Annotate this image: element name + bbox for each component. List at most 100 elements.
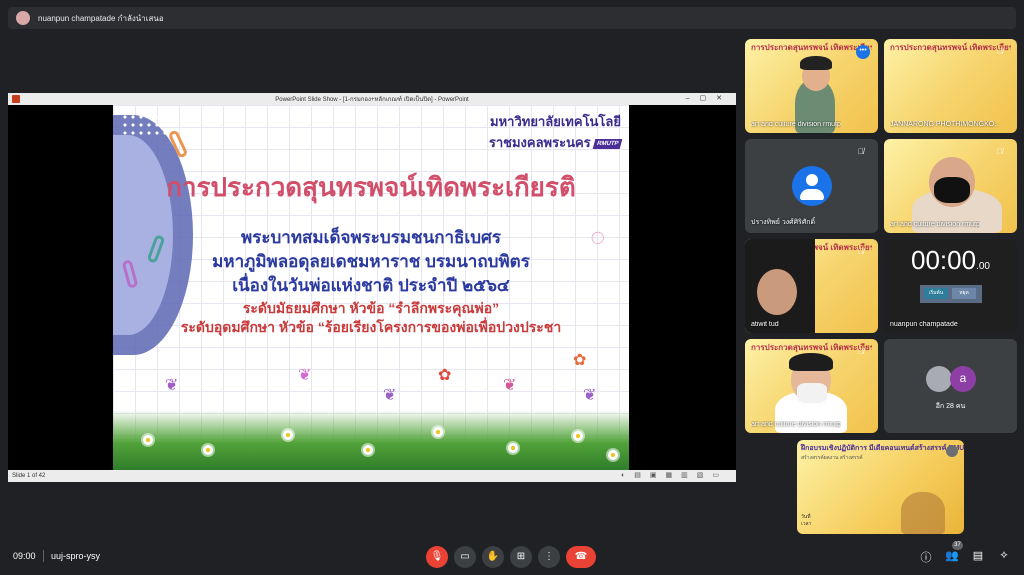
slide-canvas: มหาวิทยาลัยเทคโนโลยี ราชมงคลพระนคร RMUTP … [113, 105, 629, 470]
participant-tile[interactable]: 🎙̸ art and culture division rmutp [884, 139, 1017, 233]
mic-off-icon: 🎙̸ [858, 247, 864, 256]
default-avatar-icon [792, 166, 832, 206]
self-caption: วันที่ เวลา [801, 514, 811, 528]
ppt-titlebar: PowerPoint Slide Show - [1-กรมกอง+หลักเก… [8, 93, 736, 105]
mic-off-icon: 🎙̸ [997, 47, 1003, 56]
butterfly-icon: ❦ [298, 367, 312, 384]
timer-stop-button[interactable]: หยุด [952, 288, 976, 299]
daisy-icon [283, 430, 293, 440]
circle-decor-icon: ◯ [591, 230, 605, 244]
participant-tile[interactable]: การประกวดสุนทรพจน์ เทิดพระเกียรติ 🎙̸ JAN… [884, 39, 1017, 133]
camera-icon[interactable]: ▭ [454, 546, 476, 568]
hangup-icon[interactable]: ☎ [566, 546, 596, 568]
flower-icon: ✿ [438, 367, 452, 384]
university-name-line2: ราชมงคลพระนคร RMUTP [488, 132, 623, 153]
participant-tile[interactable]: การประกวดสุนทรพจน์ เทิดพระเกียรติ 🎙̸ ati… [745, 239, 878, 333]
timer-start-button[interactable]: เริ่มต้น [924, 288, 948, 299]
tile-banner: การประกวดสุนทรพจน์ เทิดพระเกียรติ [751, 43, 872, 52]
self-banner: ฝึกอบรมเชิงปฏิบัติการ มีเดียคอนเทนต์สร้า… [801, 445, 964, 452]
meeting-code: uuj-spro-ysy [51, 551, 101, 561]
decor-dots [121, 113, 171, 137]
raise-hand-icon[interactable]: ✋ [482, 546, 504, 568]
timer-fraction: .00 [976, 261, 990, 272]
default-avatar-icon [926, 366, 952, 392]
university-name-line1: มหาวิทยาลัยเทคโนโลยี [490, 114, 621, 129]
activities-icon[interactable]: ⟡ [996, 549, 1012, 562]
daisy-icon [143, 435, 153, 445]
presenting-bar: nuanpun champatade กำลังนำเสนอ [8, 7, 1016, 29]
face-mask [797, 383, 827, 403]
presentation-stage[interactable]: PowerPoint Slide Show - [1-กรมกอง+หลักเก… [8, 93, 736, 482]
presenting-text: nuanpun champatade กำลังนำเสนอ [38, 13, 164, 23]
participant-name: art and culture division rmutp [751, 421, 841, 428]
participant-tile[interactable]: การประกวดสุนทรพจน์ เทิดพระเกียรติ 🎙̸ art… [745, 339, 878, 433]
participant-name: atiwit tud [751, 321, 779, 328]
timer-value: 00:00 [911, 245, 977, 275]
self-view-icon[interactable] [946, 445, 958, 457]
others-tile[interactable]: a อีก 28 คน [884, 339, 1017, 433]
participant-hair [789, 353, 833, 371]
self-caption-line2: เวลา [801, 521, 812, 527]
ppt-statusbar: Slide 1 of 42 ◐▤▣▦▥▧▭ [8, 470, 736, 482]
grass-decor [113, 410, 629, 470]
chat-icon[interactable]: ▤ [970, 549, 986, 562]
tile-banner: การประกวดสุนทรพจน์ เทิดพระเกียรติ [890, 43, 1011, 52]
butterfly-icon: ❦ [503, 377, 517, 394]
participant-name: nuanpun champatade [890, 321, 958, 328]
butterfly-icon: ❦ [383, 387, 397, 404]
mic-off-icon: 🎙̸ [997, 147, 1003, 156]
info-icon[interactable]: ⓘ [918, 549, 934, 565]
mic-off-icon: 🎙̸ [858, 347, 864, 356]
participant-face [757, 269, 797, 315]
daisy-icon [573, 431, 583, 441]
slide-subtitle-1: พระบาทสมเด็จพระบรมชนกาธิเบศร [241, 228, 501, 247]
slide-subtitle-2: มหาภูมิพลอดุลยเดชมหาราช บรมนาถบพิตร [212, 252, 530, 271]
daisy-icon [363, 445, 373, 455]
participant-hair [800, 56, 832, 70]
more-vert-icon[interactable]: ⋮ [538, 546, 560, 568]
daisy-icon [608, 450, 618, 460]
ppt-window-title: PowerPoint Slide Show - [1-กรมกอง+หลักเก… [275, 97, 469, 103]
slide-subtitle-3: เนื่องในวันพ่อแห่งชาติ ประจำปี ๒๕๖๔ [232, 276, 510, 295]
mic-off-icon[interactable]: 🎙 [426, 546, 448, 568]
face-mask [934, 177, 970, 203]
avatar-letter: a [950, 366, 976, 392]
others-count: อีก 28 คน [935, 403, 966, 410]
self-view-tile[interactable]: ฝึกอบรมเชิงปฏิบัติการ มีเดียคอนเทนต์สร้า… [797, 440, 964, 534]
rmutp-badge: RMUTP [592, 138, 623, 149]
present-icon[interactable]: ⊞ [510, 546, 532, 568]
window-controls-icon: –▢✕ [685, 95, 732, 102]
background-object [901, 492, 945, 534]
daisy-icon [203, 445, 213, 455]
powerpoint-icon [12, 95, 20, 103]
slide-level-higher: ระดับอุดมศึกษา หัวข้อ “ร้อยเรียงโครงการข… [180, 319, 562, 335]
butterfly-icon: ❦ [165, 377, 179, 394]
more-options-icon[interactable]: ••• [856, 45, 870, 59]
participant-name: ปรางทิพย์ วงศ์ศิริศักดิ์ [751, 219, 816, 226]
butterfly-icon: ❦ [583, 387, 597, 404]
participant-name: JANNARONG PHOTHIMONGKO... [890, 121, 1001, 128]
self-subtitle: สร้างสรรค์ผลงาน สร้างสรรค์ [801, 455, 863, 461]
meeting-time: 09:00 [13, 551, 36, 561]
meeting-controls-bar: 09:00 uuj-spro-ysy 🎙 ▭ ✋ ⊞ ⋮ ☎ ⓘ 👥 ▤ ⟡ [0, 540, 1024, 575]
slide-counter: Slide 1 of 42 [12, 473, 46, 479]
presenter-avatar [16, 11, 30, 25]
university-logo: มหาวิทยาลัยเทคโนโลยี ราชมงคลพระนคร RMUTP [488, 111, 623, 153]
university-name-text: ราชมงคลพระนคร [488, 135, 591, 150]
flower-icon: ✿ [573, 352, 587, 369]
slide-title: การประกวดสุนทรพจน์เทิดพระเกียรติ [166, 172, 576, 202]
divider [43, 550, 44, 562]
participant-tile[interactable]: 00:00.00 เริ่มต้น หยุด nuanpun champatad… [884, 239, 1017, 333]
daisy-icon [433, 427, 443, 437]
mic-off-icon: 🎙̸ [858, 147, 864, 156]
self-caption-line1: วันที่ [801, 514, 811, 520]
participant-tile[interactable]: การประกวดสุนทรพจน์ เทิดพระเกียรติ ••• ar… [745, 39, 878, 133]
participant-name: art and culture division rmutp [751, 121, 841, 128]
people-count-badge: 37 [952, 541, 963, 550]
participant-tile[interactable]: 🎙̸ ปรางทิพย์ วงศ์ศิริศักดิ์ [745, 139, 878, 233]
daisy-icon [508, 443, 518, 453]
view-buttons-icon[interactable]: ◐▤▣▦▥▧▭ [621, 471, 728, 479]
timer-display: 00:00.00 [884, 245, 1017, 276]
people-icon[interactable]: 👥 [944, 549, 960, 562]
participant-name: art and culture division rmutp [890, 221, 980, 228]
